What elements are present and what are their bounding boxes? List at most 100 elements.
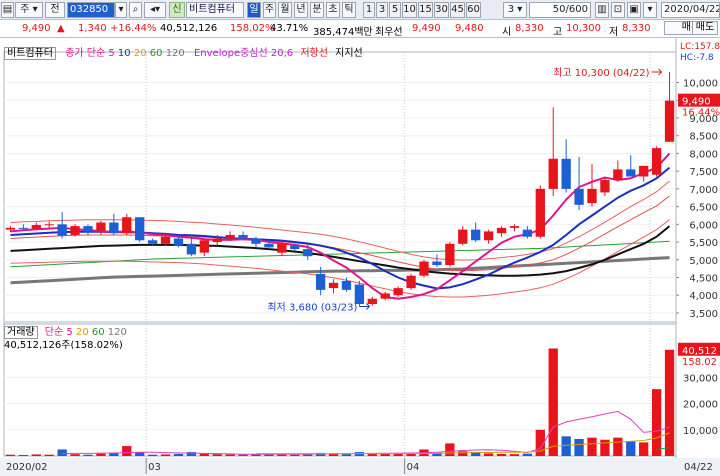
volume-bar[interactable] xyxy=(70,454,80,456)
candle-body[interactable] xyxy=(122,217,132,234)
volume-bar[interactable] xyxy=(57,449,67,456)
candle-body[interactable] xyxy=(471,229,481,241)
volume-bar[interactable] xyxy=(613,437,623,456)
volume-bar[interactable] xyxy=(96,453,106,456)
candle-body[interactable] xyxy=(238,234,248,239)
candle-body[interactable] xyxy=(341,281,352,290)
minute-button-3[interactable]: 3 xyxy=(376,2,388,18)
candle-body[interactable] xyxy=(561,158,571,189)
candle-body[interactable] xyxy=(31,225,41,229)
volume-bar[interactable] xyxy=(651,389,662,456)
candle-body[interactable] xyxy=(639,165,649,177)
volume-bar[interactable] xyxy=(483,453,494,456)
candle-body[interactable] xyxy=(380,293,390,299)
code-dropdown-icon[interactable]: ▾ xyxy=(115,2,127,18)
volume-bar[interactable] xyxy=(458,451,468,456)
candle-body[interactable] xyxy=(109,222,119,234)
volume-bar[interactable] xyxy=(225,454,235,456)
volume-bar[interactable] xyxy=(639,442,649,456)
candle-body[interactable] xyxy=(432,261,442,266)
dropdown-icon[interactable]: ▾ xyxy=(643,2,657,18)
candle-body[interactable] xyxy=(70,226,80,235)
candle-body[interactable] xyxy=(613,169,623,181)
period-button-3[interactable]: 년 xyxy=(294,2,308,18)
minute-button-1[interactable]: 1 xyxy=(363,2,375,18)
period-button-6[interactable]: 틱 xyxy=(342,2,356,18)
candle-body[interactable] xyxy=(225,234,235,239)
candle-body[interactable] xyxy=(199,240,209,253)
volume-bar[interactable] xyxy=(522,453,533,456)
chart-type-icon[interactable]: ▥ xyxy=(595,2,609,18)
candle-body[interactable] xyxy=(367,298,377,305)
candle-body[interactable] xyxy=(664,100,675,142)
candle-body[interactable] xyxy=(277,243,287,253)
date-input[interactable]: 2020/04/22 xyxy=(661,2,720,18)
volume-bar[interactable] xyxy=(147,454,158,456)
period-button-1[interactable]: 주 xyxy=(263,2,276,18)
volume-bar[interactable] xyxy=(173,453,184,456)
candle-body[interactable] xyxy=(445,243,455,266)
volume-bar[interactable] xyxy=(238,454,248,456)
candle-body[interactable] xyxy=(303,249,313,257)
sell-button[interactable]: 매도 xyxy=(692,21,718,35)
candle-body[interactable] xyxy=(548,158,558,189)
candle-body[interactable] xyxy=(328,282,339,289)
candle-body[interactable] xyxy=(5,227,16,230)
candle-body[interactable] xyxy=(96,222,106,232)
volume-bar[interactable] xyxy=(445,443,455,456)
volume-bar[interactable] xyxy=(31,454,41,456)
minute-button-15[interactable]: 15 xyxy=(418,2,433,18)
minute-button-10[interactable]: 10 xyxy=(402,2,417,18)
volume-bar[interactable] xyxy=(600,439,610,456)
volume-bar[interactable] xyxy=(509,454,520,456)
candle-body[interactable] xyxy=(264,243,274,248)
menu-icon[interactable]: ▤ xyxy=(1,2,14,18)
candle-body[interactable] xyxy=(186,243,197,255)
period-button-5[interactable]: 초 xyxy=(326,2,340,18)
candle-body[interactable] xyxy=(574,188,584,205)
candle-body[interactable] xyxy=(251,238,261,244)
candle-body[interactable] xyxy=(173,238,184,246)
candle-body[interactable] xyxy=(600,180,610,193)
candle-body[interactable] xyxy=(587,188,597,204)
legend-stock-name[interactable]: 비트컴퓨터 xyxy=(4,47,56,60)
volume-bar[interactable] xyxy=(160,454,171,456)
chart-canvas[interactable]: 3,500 4,000 4,500 5,000 5,500 6,000 6,500 7,000… xyxy=(0,38,720,476)
volume-bar[interactable] xyxy=(5,454,16,456)
volume-bar[interactable] xyxy=(122,446,132,456)
volume-bar[interactable] xyxy=(626,441,636,456)
count-input[interactable]: 50/600 xyxy=(529,2,591,18)
candle-body[interactable] xyxy=(496,227,507,234)
volume-bar[interactable] xyxy=(83,454,93,456)
minute-button-60[interactable]: 60 xyxy=(466,2,481,18)
candle-body[interactable] xyxy=(509,226,520,228)
candle-body[interactable] xyxy=(458,229,468,244)
candle-body[interactable] xyxy=(406,275,416,289)
candle-body[interactable] xyxy=(419,261,429,276)
period-button-2[interactable]: 월 xyxy=(278,2,292,18)
candle-body[interactable] xyxy=(135,217,145,241)
interval-select[interactable]: 3 ▾ xyxy=(503,2,527,18)
candle-body[interactable] xyxy=(18,227,29,229)
volume-bar[interactable] xyxy=(664,349,675,456)
stock-chart[interactable]: 3,500 4,000 4,500 5,000 5,500 6,000 6,500 7,000… xyxy=(0,38,720,476)
candle-body[interactable] xyxy=(522,229,533,237)
stock-code-input[interactable]: 032850 xyxy=(67,2,115,18)
volume-bar[interactable] xyxy=(290,454,300,456)
candle-body[interactable] xyxy=(651,148,662,175)
candle-body[interactable] xyxy=(44,224,54,226)
minute-button-45[interactable]: 45 xyxy=(450,2,465,18)
minute-button-5[interactable]: 5 xyxy=(389,2,401,18)
candle-body[interactable] xyxy=(83,226,93,232)
search-icon[interactable]: ⌕ xyxy=(129,2,142,18)
lock-icon[interactable]: ⊡ xyxy=(611,2,625,18)
volume-bar[interactable] xyxy=(587,437,597,456)
volume-bar[interactable] xyxy=(18,454,29,456)
volume-bar[interactable] xyxy=(44,454,54,456)
candle-body[interactable] xyxy=(160,236,171,244)
candle-body[interactable] xyxy=(212,238,222,243)
volume-bar[interactable] xyxy=(212,454,222,456)
all-button[interactable]: 전 xyxy=(45,2,65,18)
candle-body[interactable] xyxy=(57,224,67,236)
candle-body[interactable] xyxy=(147,240,158,244)
